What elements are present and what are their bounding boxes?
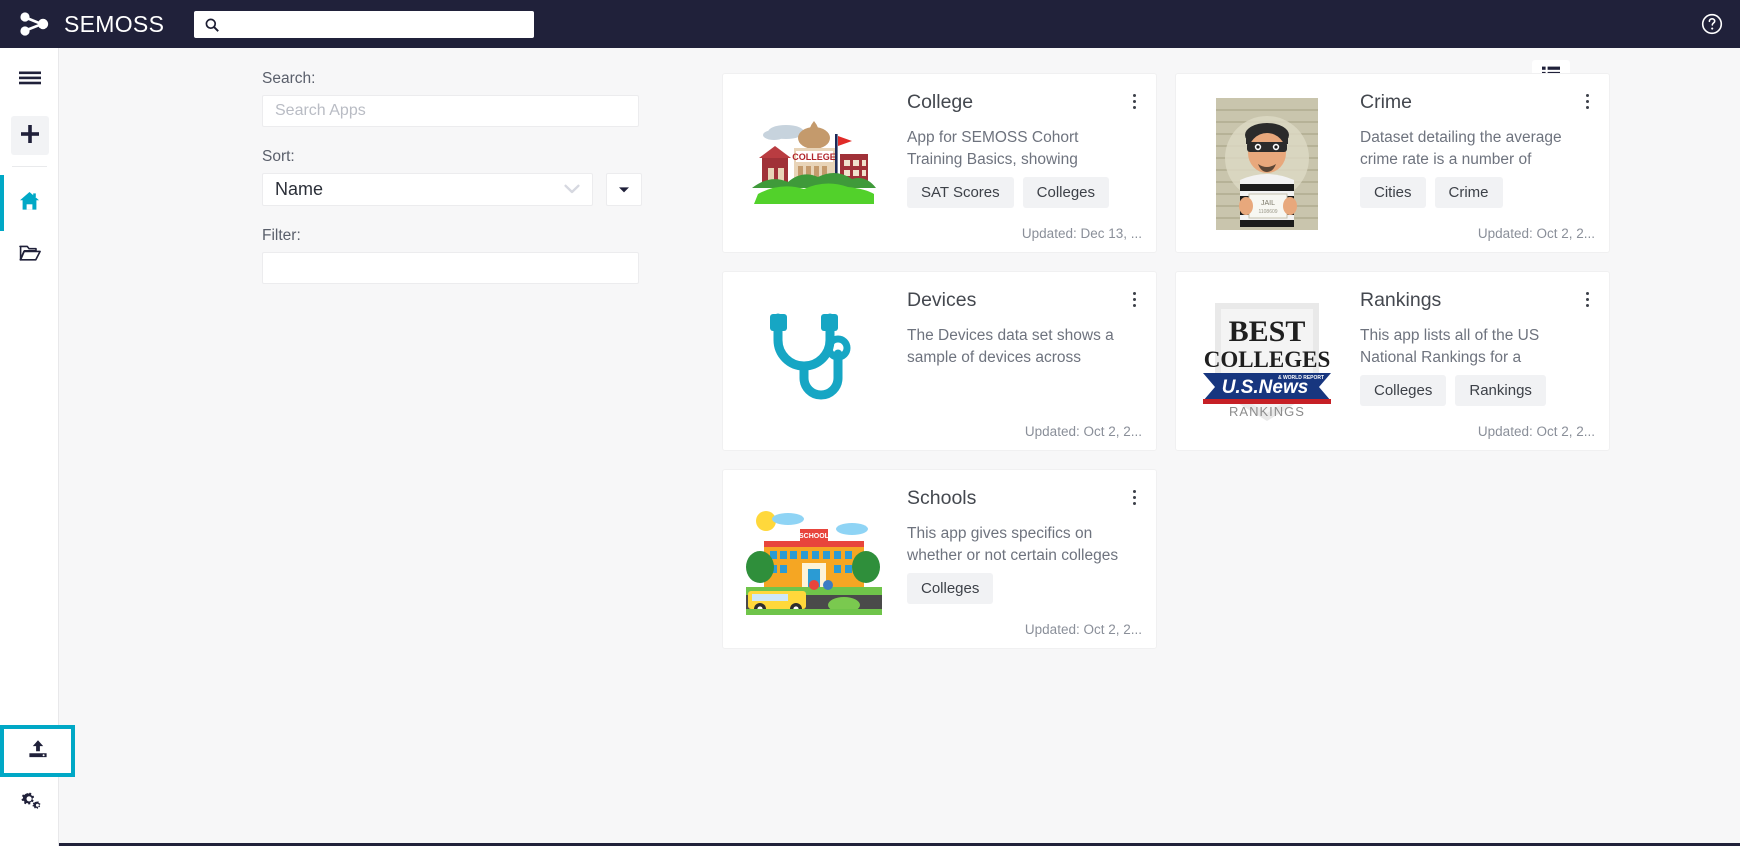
sidebar-item-projects[interactable]	[0, 233, 59, 277]
hamburger-menu-icon	[18, 71, 41, 93]
sort-selected-value: Name	[275, 179, 324, 199]
left-nav-rail	[0, 48, 75, 846]
sort-direction-button[interactable]	[606, 173, 642, 206]
card-tags: Cities Crime	[1360, 177, 1575, 209]
main-content: Search: Sort: Name	[59, 48, 1740, 846]
search-icon	[205, 18, 219, 32]
card-title: Crime	[1360, 91, 1412, 113]
svg-text:COLLEGE: COLLEGE	[792, 152, 836, 162]
kebab-menu-icon[interactable]	[1124, 288, 1144, 310]
tag-chip[interactable]: Colleges	[907, 573, 994, 605]
us-news-best-colleges-badge: BEST COLLEGES U.S.News & WORLD REPORT RA…	[1196, 298, 1338, 426]
svg-text:1108609: 1108609	[1258, 209, 1277, 215]
card-column-right: JAIL 1108609 Crime Dataset detailing the…	[1175, 73, 1610, 469]
brand-name: SEMOSS	[64, 10, 165, 37]
search-apps-field[interactable]	[262, 95, 639, 127]
card-body: Crime Dataset detailing the average crim…	[1360, 91, 1595, 209]
help-circle-icon[interactable]	[1700, 12, 1724, 36]
plus-icon	[20, 124, 40, 149]
card-body: Devices The Devices data set shows a sam…	[907, 289, 1142, 369]
tag-chip[interactable]: Colleges	[1360, 375, 1447, 407]
card-description: Dataset detailing the average crime rate…	[1360, 129, 1562, 169]
card-title: Rankings	[1360, 289, 1442, 311]
tag-chip[interactable]: Cities	[1360, 177, 1426, 209]
card-updated: Updated: Dec 13, ...	[1021, 226, 1142, 241]
filter-panel: Search: Sort: Name	[262, 70, 642, 284]
global-search[interactable]	[194, 11, 534, 38]
sidebar-item-upload[interactable]	[0, 725, 75, 777]
global-search-input[interactable]	[219, 13, 534, 36]
school-building-bus-illustration: SCHOOL	[743, 496, 885, 624]
sidebar-item-settings[interactable]	[0, 784, 59, 820]
svg-text:& WORLD REPORT: & WORLD REPORT	[1278, 375, 1324, 381]
card-title: Schools	[907, 487, 977, 509]
card-description: This app lists all of the US National Ra…	[1360, 327, 1540, 367]
svg-text:SCHOOL: SCHOOL	[799, 533, 830, 540]
sort-label: Sort:	[262, 148, 295, 165]
sidebar-item-add-new[interactable]	[0, 114, 59, 158]
folder-open-icon	[18, 244, 41, 267]
college-campus-illustration: COLLEGE	[743, 100, 885, 228]
card-title: College	[907, 91, 974, 113]
card-updated: Updated: Oct 2, 2...	[1024, 424, 1142, 439]
sort-row: Name	[262, 173, 642, 206]
card-description: This app gives specifics on whether or n…	[907, 525, 1119, 565]
filter-label: Filter:	[262, 227, 301, 244]
app-card-schools[interactable]: SCHOOL Schools This app gives specifics …	[722, 469, 1157, 649]
sidebar-item-home[interactable]	[0, 175, 59, 231]
chevron-down-icon	[564, 181, 580, 199]
app-card-college[interactable]: COLLEGE College App for SEMOSS Cohort Tr…	[722, 73, 1157, 253]
svg-text:JAIL: JAIL	[1261, 200, 1275, 207]
card-updated: Updated: Oct 2, 2...	[1024, 622, 1142, 637]
tag-chip[interactable]: Colleges	[1022, 177, 1110, 209]
filter-field[interactable]	[262, 252, 639, 284]
card-tags: SAT Scores Colleges	[907, 177, 1122, 209]
kebab-menu-icon[interactable]	[1577, 288, 1597, 310]
top-bar: SEMOSS	[0, 0, 1740, 48]
tag-chip[interactable]: Rankings	[1455, 375, 1546, 407]
kebab-menu-icon[interactable]	[1124, 486, 1144, 508]
criminal-mugshot-illustration: JAIL 1108609	[1196, 98, 1338, 230]
card-body: Schools This app gives specifics on whet…	[907, 487, 1142, 605]
card-tags: Colleges	[907, 573, 1122, 605]
card-updated: Updated: Oct 2, 2...	[1477, 424, 1595, 439]
search-apps-input[interactable]	[263, 102, 638, 120]
sidebar-item-menu-toggle[interactable]	[0, 60, 59, 104]
gears-settings-icon	[19, 790, 41, 815]
app-card-devices[interactable]: Devices The Devices data set shows a sam…	[722, 271, 1157, 451]
kebab-menu-icon[interactable]	[1124, 90, 1144, 112]
filter-input[interactable]	[263, 259, 638, 277]
card-tags: Colleges Rankings	[1360, 375, 1575, 407]
card-body: College App for SEMOSS Cohort Training B…	[907, 91, 1142, 209]
tag-chip[interactable]: Crime	[1434, 177, 1503, 209]
app-card-crime[interactable]: JAIL 1108609 Crime Dataset detailing the…	[1175, 73, 1610, 253]
semoss-logo-icon[interactable]	[17, 9, 51, 39]
caret-down-icon	[618, 181, 630, 199]
card-description: App for SEMOSS Cohort Training Basics, s…	[907, 129, 1079, 169]
card-updated: Updated: Oct 2, 2...	[1477, 226, 1595, 241]
upload-icon	[27, 738, 49, 765]
svg-text:COLLEGES: COLLEGES	[1204, 347, 1331, 372]
tag-chip[interactable]: SAT Scores	[907, 177, 1014, 209]
svg-text:BEST: BEST	[1229, 315, 1306, 348]
card-column-left: COLLEGE College App for SEMOSS Cohort Tr…	[722, 73, 1157, 667]
sort-select[interactable]: Name	[262, 173, 594, 206]
rail-divider	[12, 166, 47, 167]
svg-text:RANKINGS: RANKINGS	[1229, 404, 1305, 419]
app-card-rankings[interactable]: BEST COLLEGES U.S.News & WORLD REPORT RA…	[1175, 271, 1610, 451]
kebab-menu-icon[interactable]	[1577, 90, 1597, 112]
card-body: Rankings This app lists all of the US Na…	[1360, 289, 1595, 407]
search-apps-label: Search:	[262, 70, 316, 87]
card-description: The Devices data set shows a sample of d…	[907, 327, 1114, 367]
card-title: Devices	[907, 289, 977, 311]
home-icon	[19, 191, 40, 216]
stethoscope-illustration	[743, 298, 885, 426]
